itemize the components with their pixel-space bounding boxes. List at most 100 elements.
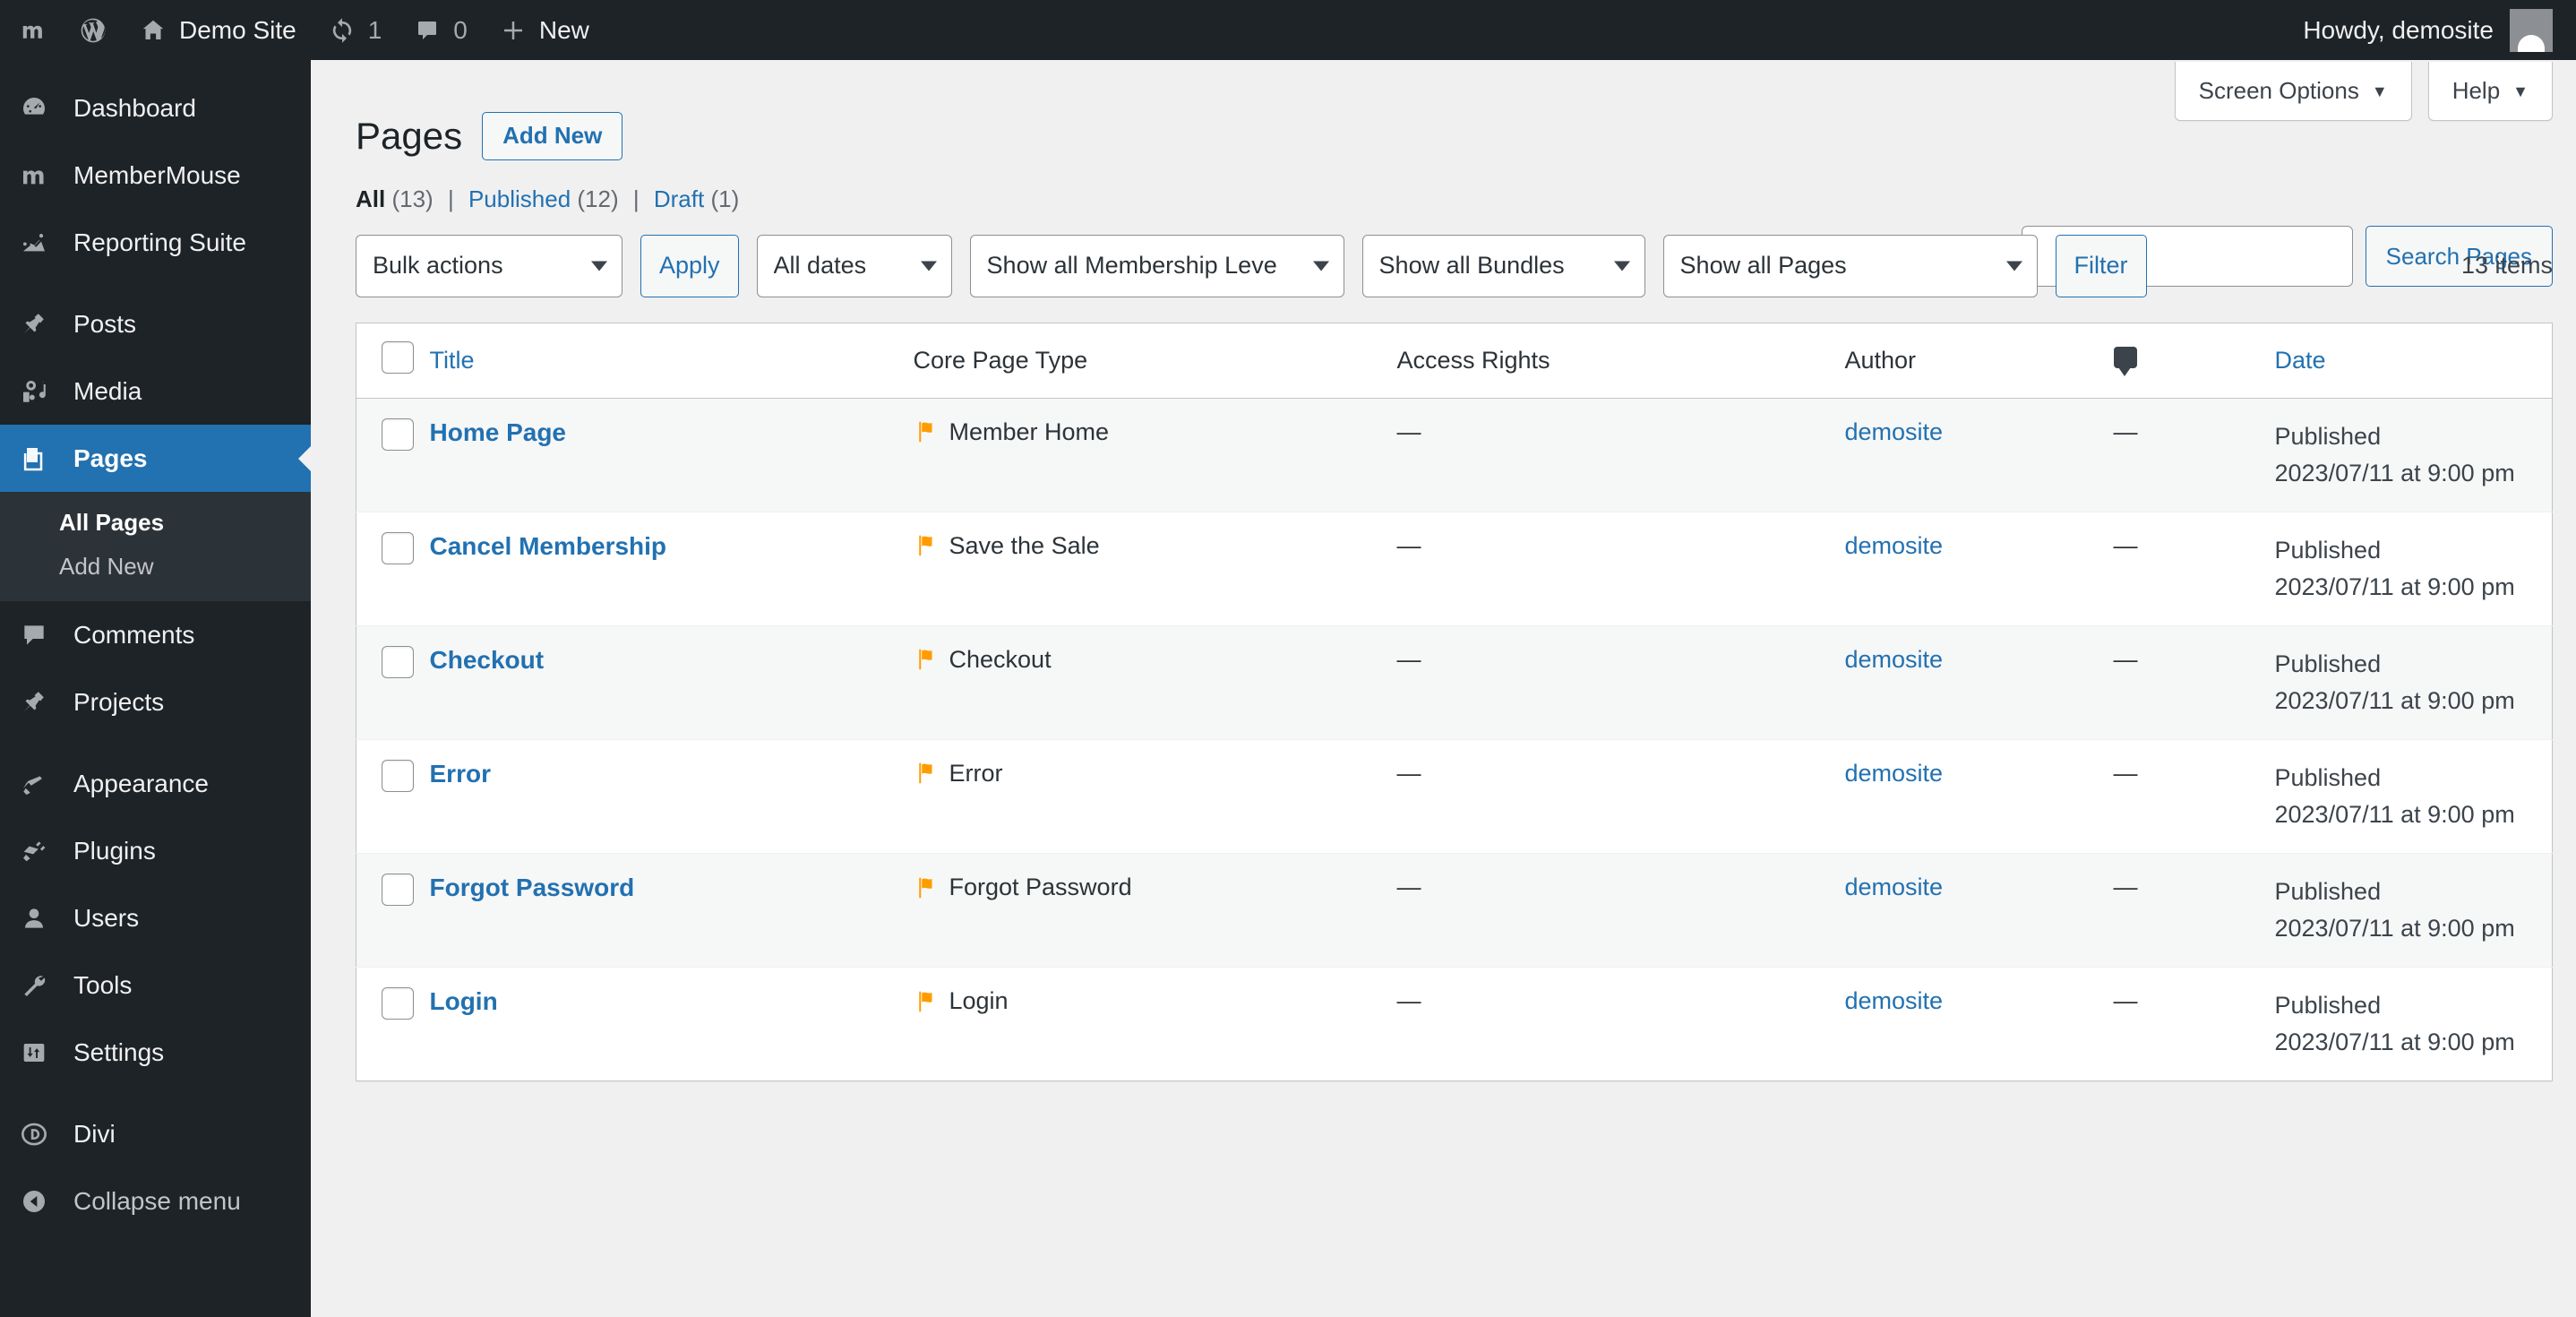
flag-icon bbox=[918, 650, 932, 670]
sidebar-item-settings[interactable]: Settings bbox=[0, 1019, 311, 1086]
new-content-menu-item[interactable]: New bbox=[484, 0, 605, 60]
filter-button[interactable]: Filter bbox=[2055, 234, 2147, 297]
wordpress-menu-item[interactable] bbox=[63, 0, 124, 60]
row-checkbox[interactable] bbox=[382, 531, 414, 564]
row-checkbox[interactable] bbox=[382, 645, 414, 678]
date-status: Published bbox=[2274, 536, 2382, 564]
sidebar-item-label: Settings bbox=[73, 1037, 165, 1066]
add-new-button[interactable]: Add New bbox=[482, 112, 623, 160]
page-title-link[interactable]: Login bbox=[430, 987, 498, 1015]
sidebar-item-divi[interactable]: Divi bbox=[0, 1100, 311, 1167]
author-link[interactable]: demosite bbox=[1845, 760, 1944, 787]
page-title-link[interactable]: Home Page bbox=[430, 418, 567, 446]
comments-menu-item[interactable]: 0 bbox=[398, 0, 484, 60]
table-nav-top: Bulk actions Apply All dates Show all Me… bbox=[311, 213, 2576, 297]
row-checkbox[interactable] bbox=[382, 417, 414, 451]
sidebar-item-dashboard[interactable]: Dashboard bbox=[0, 74, 311, 142]
membermouse-menu-item[interactable] bbox=[0, 0, 63, 60]
view-published-link[interactable]: Published bbox=[468, 185, 571, 212]
row-select-cell bbox=[356, 624, 430, 740]
sidebar-item-pages[interactable]: Pages bbox=[0, 425, 311, 492]
row-core-page-type-cell: Login bbox=[913, 967, 1397, 1081]
core-page-type-label: Checkout bbox=[949, 645, 1052, 673]
author-link[interactable]: demosite bbox=[1845, 646, 1944, 673]
updates-menu-item[interactable]: 1 bbox=[313, 0, 399, 60]
page-title-link[interactable]: Error bbox=[430, 760, 491, 788]
chart-icon bbox=[20, 228, 66, 257]
sidebar-top-spacer bbox=[0, 60, 311, 74]
sidebar-item-membermouse[interactable]: MemberMouse bbox=[0, 142, 311, 209]
sidebar-item-projects[interactable]: Projects bbox=[0, 668, 311, 736]
brush-icon bbox=[20, 770, 66, 798]
author-link[interactable]: demosite bbox=[1845, 532, 1944, 559]
sidebar-item-label: Pages bbox=[73, 443, 148, 472]
row-comments-cell: — bbox=[2113, 853, 2275, 968]
row-date-cell: Published 2023/07/11 at 9:00 pm bbox=[2274, 624, 2553, 740]
bulk-actions-select[interactable]: Bulk actions bbox=[356, 234, 623, 297]
settings-icon bbox=[20, 1038, 66, 1067]
select-all-checkbox[interactable] bbox=[382, 340, 414, 374]
chevron-down-icon: ▼ bbox=[2371, 82, 2388, 100]
help-button[interactable]: Help ▼ bbox=[2427, 62, 2553, 121]
sidebar-item-plugins[interactable]: Plugins bbox=[0, 817, 311, 884]
date-value: 2023/07/11 at 9:00 pm bbox=[2274, 686, 2515, 714]
row-checkbox[interactable] bbox=[382, 987, 414, 1020]
page-title-link[interactable]: Checkout bbox=[430, 646, 545, 674]
flag-icon bbox=[918, 991, 932, 1011]
date-filter-select[interactable]: All dates bbox=[756, 234, 952, 297]
pages-filter-value: Show all Pages bbox=[1679, 252, 1847, 280]
date-status: Published bbox=[2274, 650, 2382, 677]
view-draft-link[interactable]: Draft bbox=[654, 185, 704, 212]
sidebar-item-comments[interactable]: Comments bbox=[0, 601, 311, 668]
pages-filter-select[interactable]: Show all Pages bbox=[1662, 234, 2038, 297]
row-checkbox[interactable] bbox=[382, 874, 414, 907]
view-all-link[interactable]: All bbox=[356, 185, 385, 212]
author-link[interactable]: demosite bbox=[1845, 987, 1944, 1014]
row-select-cell bbox=[356, 511, 430, 626]
chevron-down-icon bbox=[1312, 261, 1329, 271]
author-link[interactable]: demosite bbox=[1845, 418, 1944, 445]
avatar[interactable] bbox=[2510, 8, 2553, 52]
sidebar-item-media[interactable]: Media bbox=[0, 357, 311, 425]
sidebar-item-tools[interactable]: Tools bbox=[0, 951, 311, 1019]
row-access-rights-cell: — bbox=[1396, 511, 1845, 626]
sidebar-item-posts[interactable]: Posts bbox=[0, 290, 311, 357]
row-access-rights-cell: — bbox=[1396, 853, 1845, 968]
page-title-link[interactable]: Forgot Password bbox=[430, 874, 635, 901]
sidebar-item-users[interactable]: Users bbox=[0, 884, 311, 951]
flag-icon bbox=[918, 877, 932, 898]
row-select-cell bbox=[356, 853, 430, 968]
site-name-menu-item[interactable]: Demo Site bbox=[124, 0, 313, 60]
sidebar-item-label: Tools bbox=[73, 970, 133, 999]
sidebar-item-appearance[interactable]: Appearance bbox=[0, 750, 311, 817]
author-link[interactable]: demosite bbox=[1845, 874, 1944, 900]
sidebar-item-collapse-menu[interactable]: Collapse menu bbox=[0, 1167, 311, 1235]
bundles-filter-select[interactable]: Show all Bundles bbox=[1361, 234, 1645, 297]
row-date-cell: Published 2023/07/11 at 9:00 pm bbox=[2274, 738, 2553, 854]
submenu-item-add-new[interactable]: Add New bbox=[0, 545, 311, 589]
howdy-label[interactable]: Howdy, demosite bbox=[2303, 16, 2494, 45]
membermouse-logo-icon bbox=[20, 17, 47, 44]
table-row: Cancel Membership Save the Sale — demosi… bbox=[356, 511, 2553, 626]
membership-level-filter-select[interactable]: Show all Membership Leve bbox=[969, 234, 1344, 297]
chevron-down-icon bbox=[591, 261, 607, 271]
status-views: All (13) | Published (12) | Draft (1) bbox=[311, 160, 2576, 213]
row-access-rights-cell: — bbox=[1396, 967, 1845, 1081]
sort-title-link[interactable]: Title bbox=[430, 347, 475, 374]
flag-icon bbox=[918, 422, 932, 443]
sidebar-item-label: Dashboard bbox=[73, 93, 196, 122]
row-comments-cell: — bbox=[2113, 967, 2275, 1081]
media-icon bbox=[20, 377, 66, 406]
page-title-link[interactable]: Cancel Membership bbox=[430, 532, 667, 560]
apply-button[interactable]: Apply bbox=[640, 234, 739, 297]
row-checkbox[interactable] bbox=[382, 759, 414, 792]
admin-bar-left: Demo Site 1 0 New bbox=[0, 0, 605, 60]
row-author-cell: demosite bbox=[1844, 511, 2114, 626]
chevron-down-icon bbox=[920, 261, 937, 271]
submenu-item-all-pages[interactable]: All Pages bbox=[0, 501, 311, 545]
sort-date-link[interactable]: Date bbox=[2275, 347, 2326, 374]
row-select-cell bbox=[356, 967, 430, 1081]
screen-options-button[interactable]: Screen Options ▼ bbox=[2174, 62, 2412, 121]
row-title-cell: Error bbox=[429, 738, 914, 854]
sidebar-item-reporting-suite[interactable]: Reporting Suite bbox=[0, 209, 311, 276]
